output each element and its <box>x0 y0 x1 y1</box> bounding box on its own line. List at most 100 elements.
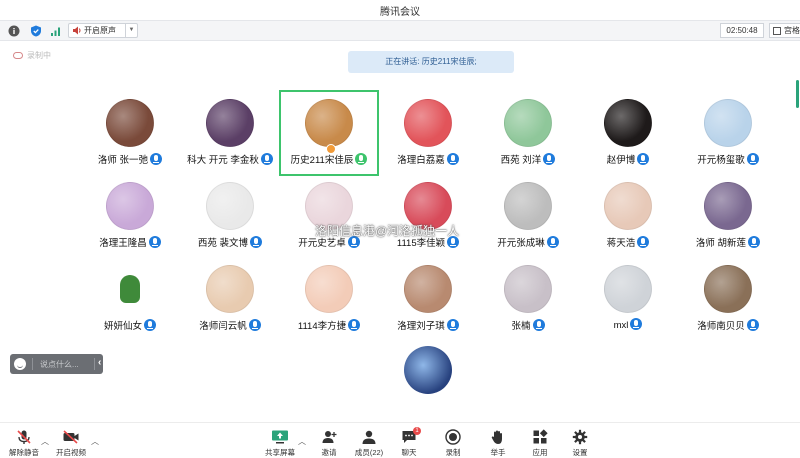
participant-tile[interactable]: 开元张成琳 <box>478 173 578 259</box>
mic-icon <box>637 153 650 165</box>
avatar <box>305 99 353 147</box>
participant-tile[interactable]: 1114李方捷 <box>279 256 379 342</box>
mic-icon <box>630 318 643 330</box>
security-shield-icon[interactable] <box>30 25 42 37</box>
mic-icon <box>250 236 263 248</box>
participant-name-row: 蒋天浩 <box>578 235 678 249</box>
mic-icon <box>748 236 761 248</box>
apps-button[interactable]: 应用 <box>518 429 562 458</box>
mic-muted-icon <box>17 430 31 444</box>
signal-strength-icon[interactable] <box>50 25 62 37</box>
participant-name: 科大 开元 李金秋 <box>187 155 259 166</box>
top-toolbar: 开启原声 ▼ 02:50:48 宫格 <box>0 20 800 41</box>
chat-unread-badge: 1 <box>413 427 421 435</box>
mic-icon <box>144 319 156 331</box>
participant-name-row: 洛师 胡新莲 <box>678 235 778 249</box>
mic-icon <box>348 319 361 331</box>
participant-name-row: 洛理白荔嘉 <box>378 152 478 166</box>
start-video-label: 开启视频 <box>56 448 86 457</box>
participant-tile[interactable]: 洛师 胡新莲 <box>678 173 778 259</box>
gallery-view-button[interactable]: 宫格 <box>769 23 800 38</box>
participant-tile[interactable]: 开元杨玺歌 <box>678 90 778 176</box>
participant-tile[interactable]: 洛理刘子琪 <box>378 256 478 342</box>
participant-name-row: 张楠 <box>478 318 578 332</box>
gallery-label: 宫格 <box>784 26 800 35</box>
participant-name: 洛师南贝贝 <box>697 321 745 332</box>
chat-button[interactable]: 1 聊天 <box>387 427 431 458</box>
participant-tile[interactable] <box>378 337 478 423</box>
avatar <box>704 265 752 313</box>
start-video-button[interactable]: 开启视频 <box>49 429 93 458</box>
participant-tile[interactable]: 妍妍仙女 <box>80 256 180 342</box>
participant-name: 洛理白荔嘉 <box>397 155 445 166</box>
participant-tile[interactable]: 洛师 张一弛 <box>80 90 180 176</box>
avatar <box>604 182 652 230</box>
grid-icon <box>773 27 781 35</box>
participant-name: 洛师闫云帆 <box>199 321 247 332</box>
chevron-left-icon[interactable]: ‹ <box>98 357 101 368</box>
unmute-label: 解除静音 <box>9 448 39 457</box>
chevron-up-icon[interactable]: ︿ <box>298 436 306 447</box>
camera-off-icon <box>63 430 79 444</box>
participant-tile[interactable]: 洛理王隆昌 <box>80 173 180 259</box>
bottom-control-bar: 解除静音 ︿ 开启视频 ︿ 共享屏幕 ︿ 邀请 成员(22) 1 聊天 录制 举… <box>0 422 800 458</box>
record-button[interactable]: 录制 <box>431 429 475 458</box>
avatar <box>404 265 452 313</box>
original-sound-button[interactable]: 开启原声 ▼ <box>68 23 138 38</box>
chevron-up-icon[interactable]: ︿ <box>41 436 49 447</box>
chevron-down-icon[interactable]: ▼ <box>125 24 137 37</box>
speaking-banner: 正在讲话: 历史211宋佳辰; <box>348 51 514 73</box>
participant-tile[interactable]: 科大 开元 李金秋 <box>180 90 280 176</box>
avatar <box>704 99 752 147</box>
avatar <box>404 99 452 147</box>
participant-tile[interactable]: 洛理白荔嘉 <box>378 90 478 176</box>
recording-indicator: 录制中 <box>13 50 51 61</box>
participant-tile[interactable]: 洛师闫云帆 <box>180 256 280 342</box>
scrollbar[interactable] <box>796 80 799 108</box>
mic-icon <box>148 236 161 248</box>
participant-name-row: 西苑 刘洋 <box>478 152 578 166</box>
raise-hand-label: 举手 <box>490 448 506 457</box>
speaker-icon <box>73 26 81 35</box>
participant-tile[interactable]: 西苑 裴文博 <box>180 173 280 259</box>
title-bar: 腾讯会议 <box>0 0 800 20</box>
unmute-button[interactable]: 解除静音 <box>2 429 46 458</box>
invite-icon <box>322 431 337 443</box>
avatar <box>704 182 752 230</box>
participant-tile[interactable]: 张楠 <box>478 256 578 342</box>
invite-button[interactable]: 邀请 <box>307 429 351 458</box>
record-label: 录制 <box>445 448 461 457</box>
avatar <box>305 265 353 313</box>
mic-icon <box>260 153 273 165</box>
participant-name-row: 赵伊博 <box>578 152 678 166</box>
mic-icon <box>446 319 459 331</box>
participant-name: 洛师 张一弛 <box>97 155 149 166</box>
participant-tile[interactable]: 赵伊博 <box>578 90 678 176</box>
emoji-icon[interactable] <box>14 358 26 370</box>
participant-name-row: 历史211宋佳辰 <box>279 152 379 166</box>
info-icon[interactable] <box>8 25 20 37</box>
participant-tile[interactable]: mxl <box>578 256 678 342</box>
raise-hand-button[interactable]: 举手 <box>476 429 520 458</box>
chevron-up-icon[interactable]: ︿ <box>91 436 99 447</box>
share-screen-button[interactable]: 共享屏幕 <box>258 429 302 458</box>
cloud-record-icon <box>13 52 23 59</box>
members-button[interactable]: 成员(22) <box>347 429 391 458</box>
participant-tile[interactable]: 蒋天浩 <box>578 173 678 259</box>
participant-name-row: mxl <box>578 318 678 331</box>
participant-name: 张楠 <box>511 321 531 332</box>
watermark: 洛阳信息港@河洛孤独一人 <box>315 224 460 238</box>
participant-name: 西苑 刘洋 <box>500 155 542 166</box>
participant-tile[interactable]: 西苑 刘洋 <box>478 90 578 176</box>
participant-tile[interactable]: 洛师南贝贝 <box>678 256 778 342</box>
participant-name-row: 1114李方捷 <box>279 318 379 332</box>
participant-name-row: 西苑 裴文博 <box>180 235 280 249</box>
participant-name: 赵伊博 <box>606 155 636 166</box>
participant-name: 开元杨玺歌 <box>697 155 745 166</box>
participant-tile[interactable]: 历史211宋佳辰 <box>279 90 379 176</box>
participant-tile[interactable]: 1115李佳颖 <box>378 173 478 259</box>
chat-input-box[interactable]: 说点什么... ‹ <box>10 354 103 374</box>
participant-tile[interactable]: 开元史艺卓 <box>279 173 379 259</box>
settings-button[interactable]: 设置 <box>558 429 602 458</box>
mic-icon <box>546 236 559 248</box>
